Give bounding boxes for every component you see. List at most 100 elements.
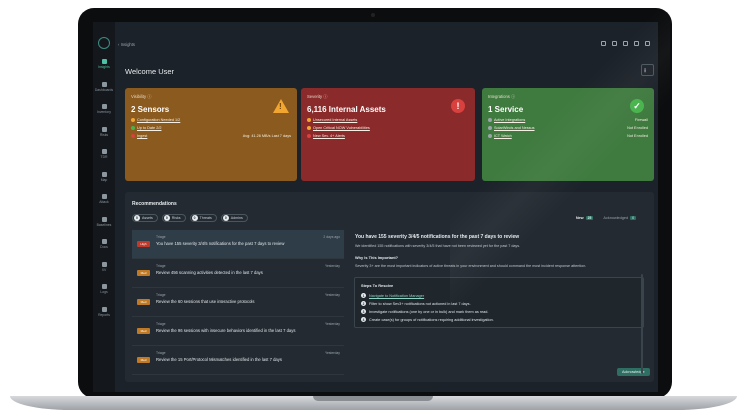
filter-chip-admins[interactable]: 0 Admins (220, 214, 248, 222)
card-row[interactable]: SolarWinds and Nessus Not Enrolled (488, 125, 648, 130)
card-row-value: Not Enrolled (627, 133, 648, 138)
steps-box: Steps To Resolve 1 Navigate to Notificati… (354, 277, 644, 328)
integrations-card[interactable]: Integrations ⓘ 1 Service Active Integrat… (482, 88, 654, 181)
attack-icon (101, 194, 107, 199)
step-text: Create case(s) for groups of notificatio… (369, 317, 494, 322)
item-stage: Triage (156, 293, 166, 297)
card-row-link[interactable]: Up to Date 2/2 (137, 126, 161, 130)
step-text: Filter to show Sev3+ notifications not a… (369, 301, 471, 306)
send-icon[interactable] (612, 41, 617, 46)
step-text: Investigate notifications (one by one or… (369, 309, 489, 314)
filter-chip-assets[interactable]: 0 Assets (132, 214, 158, 222)
app-screen: Insights Dashboards Inventory Risks TDR Map At… (93, 22, 658, 392)
sidebar-item-label: Baselines (96, 222, 112, 227)
item-message: Review the 96 sessions with insecure beh… (156, 328, 296, 333)
recommendation-list: High Triage You have 155 severity 3/4/5 no… (132, 230, 344, 382)
recommendations-panel: Recommendations 0 Assets 0 Risks 0 Threats 0 Ad… (125, 192, 654, 382)
xv-icon (101, 261, 107, 267)
item-timestamp: Yesterday (325, 264, 340, 268)
list-item[interactable]: Med Triage Review the 96 sessions with ins… (132, 317, 344, 346)
steps-heading: Steps To Resolve (361, 283, 394, 288)
acknowledge-button[interactable]: Acknowledge (617, 368, 650, 376)
sidebar-item-dashboards[interactable]: Dashboards (93, 81, 115, 92)
card-row[interactable]: Configuration Needed 1/2 (131, 117, 291, 122)
sidebar-item-label: Attack (99, 200, 109, 204)
item-timestamp: Yesterday (325, 322, 340, 326)
sidebar-item-logs[interactable]: Logs (93, 284, 115, 294)
sidebar-item-label: Map (100, 177, 108, 182)
webcam (371, 13, 375, 17)
step-text[interactable]: Navigate to Notification Manager (369, 294, 424, 298)
sidebar-item-risks[interactable]: Risks (93, 126, 115, 137)
severity-card[interactable]: Severity ⓘ 6,116 Internal Assets Unsecur… (301, 88, 475, 181)
item-stage: Triage (156, 351, 166, 355)
card-row[interactable]: Ingest Avg: 41.26 MB/s Last 7 days (131, 133, 291, 138)
swap-icon[interactable] (601, 41, 606, 46)
filter-count: 0 (163, 215, 170, 221)
card-row-link[interactable]: Open Critical NOW Vulnerabilities (313, 126, 370, 130)
expand-icon[interactable] (623, 41, 628, 46)
card-row-value: Not Enrolled (627, 125, 648, 130)
tab-new[interactable]: New 25 (576, 216, 594, 220)
list-item[interactable]: Med Triage Review the 15 Port/Protocol Mis… (132, 346, 344, 375)
card-value: 2 Sensors (131, 105, 170, 114)
detail-scrollbar[interactable] (641, 274, 643, 374)
card-row[interactable]: ICT Watch Not Enrolled (488, 133, 648, 138)
sidebar-item-reports[interactable]: Reports (93, 306, 115, 317)
breadcrumb-label: Insights (120, 42, 135, 47)
card-row-value: Avg: 41.26 MB/s Last 7 days (242, 133, 291, 138)
list-item[interactable]: Med Triage Review the 60 sessions that use… (132, 288, 344, 317)
card-label: Integrations ⓘ (488, 94, 516, 99)
card-row[interactable]: New Sev. 4+ Alerts (307, 133, 469, 138)
step-item[interactable]: 1 Navigate to Notification Manager (361, 293, 637, 298)
sidebar-item-label: Risks (99, 132, 109, 137)
severity-badge: Med (137, 357, 150, 363)
sidebar-item-label: Insights (98, 65, 110, 69)
card-row-link[interactable]: New Sev. 4+ Alerts (313, 134, 345, 138)
settings-icon[interactable] (634, 41, 639, 46)
item-message: Review the 60 sessions that use interact… (156, 299, 255, 304)
sidebar-item-attack[interactable]: Attack (93, 194, 115, 204)
top-bar-actions (601, 41, 650, 46)
card-row[interactable]: Open Critical NOW Vulnerabilities (307, 125, 469, 130)
list-item[interactable]: Med Triage Review 456 scanning activities … (132, 259, 344, 288)
breadcrumb[interactable]: ‹ Insights (118, 42, 135, 47)
visibility-card[interactable]: Visibility ⓘ 2 Sensors Configuration Nee… (125, 88, 297, 181)
filter-chip-risks[interactable]: 0 Risks (161, 214, 186, 222)
step-item: 2 Filter to show Sev3+ notifications not … (361, 301, 637, 306)
card-row-link[interactable]: Configuration Needed 1/2 (137, 118, 180, 122)
card-row-link[interactable]: ICT Watch (494, 134, 512, 138)
card-row[interactable]: Up to Date 2/2 (131, 125, 291, 130)
tab-label: Acknowledged (603, 216, 629, 220)
step-number: 2 (361, 301, 366, 306)
card-row-link[interactable]: Active Integrations (494, 118, 525, 122)
item-timestamp: Yesterday (325, 351, 340, 355)
sidebar-item-docs[interactable]: Docs (93, 239, 115, 249)
sidebar-item-tdr[interactable]: TDR (93, 149, 115, 159)
card-row-link[interactable]: Unsecured Internal Assets (313, 118, 357, 122)
why-heading: Why Is This Important? (355, 255, 399, 260)
list-item[interactable]: High Triage You have 155 severity 3/4/5 no… (132, 230, 344, 259)
sidebar-item-label: TDR (100, 155, 108, 159)
step-number: 3 (361, 309, 366, 314)
user-menu-icon[interactable] (645, 41, 650, 46)
sidebar-item-map[interactable]: Map (93, 171, 115, 182)
tab-acknowledged[interactable]: Acknowledged 0 (603, 216, 636, 220)
sidebar-item-label: XV (101, 267, 107, 272)
sidebar-item-xv[interactable]: XV (93, 261, 115, 272)
severity-badge: Med (137, 299, 150, 305)
download-button[interactable] (641, 64, 654, 76)
card-value: 1 Service (488, 105, 524, 114)
sidebar-item-baselines[interactable]: Baselines (93, 216, 115, 227)
filter-label: Admins (230, 216, 243, 220)
card-row[interactable]: Active Integrations Firewall (488, 117, 648, 122)
sidebar-item-insights[interactable]: Insights (93, 59, 115, 69)
top-bar: ‹ Insights (115, 22, 658, 64)
severity-badge: Med (137, 328, 150, 334)
card-row-link[interactable]: SolarWinds and Nessus (494, 126, 535, 130)
sidebar-item-inventory[interactable]: Inventory (93, 104, 115, 114)
card-row[interactable]: Unsecured Internal Assets (307, 117, 469, 122)
filter-chip-threats[interactable]: 0 Threats (189, 214, 217, 222)
card-row-link[interactable]: Ingest (137, 134, 147, 138)
app-logo[interactable] (98, 37, 110, 49)
